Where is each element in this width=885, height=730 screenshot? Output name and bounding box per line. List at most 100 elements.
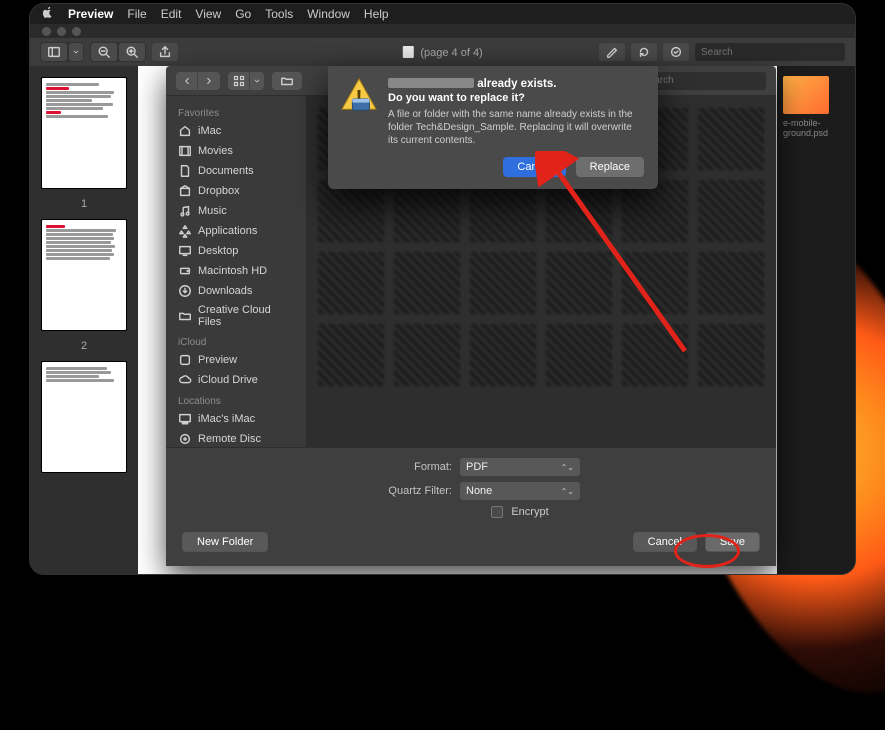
sidebar-toggle-group[interactable]	[40, 42, 84, 62]
hdd-icon	[178, 264, 192, 278]
sidebar-item-music[interactable]: Music	[166, 201, 306, 221]
document-icon	[402, 46, 413, 58]
page-thumbnail[interactable]	[42, 78, 126, 188]
menu-view[interactable]: View	[195, 7, 221, 21]
thumbnail-sidebar[interactable]: 1 2	[30, 66, 138, 574]
zoom-window-icon[interactable]	[72, 27, 81, 36]
sidebar-item-imac[interactable]: iMac	[166, 121, 306, 141]
file-item[interactable]	[546, 324, 612, 386]
cancel-button[interactable]: Cancel	[633, 532, 697, 552]
page-thumbnail[interactable]	[42, 220, 126, 330]
sidebar-item-label: iMac	[198, 125, 221, 137]
redacted-filename	[388, 78, 474, 88]
sidebar-toggle-icon[interactable]	[41, 43, 67, 61]
folder-path-icon[interactable]	[272, 72, 302, 90]
quartz-filter-value: None	[466, 485, 492, 497]
file-item[interactable]	[622, 180, 688, 242]
file-item[interactable]	[394, 324, 460, 386]
sidebar-item-movies[interactable]: Movies	[166, 141, 306, 161]
minimize-window-icon[interactable]	[57, 27, 66, 36]
page-status: (page 4 of 4)	[420, 47, 482, 59]
chevron-updown-icon: ⌃⌄	[561, 487, 574, 496]
view-chevron-icon[interactable]	[250, 72, 264, 90]
app-window: Preview File Edit View Go Tools Window H…	[30, 4, 855, 574]
file-item[interactable]	[622, 252, 688, 314]
sidebar-item-applications[interactable]: Applications	[166, 221, 306, 241]
sidebar-item-icloud-drive[interactable]: iCloud Drive	[166, 370, 306, 390]
file-item[interactable]	[622, 324, 688, 386]
file-item[interactable]	[470, 324, 536, 386]
format-select[interactable]: PDF ⌃⌄	[460, 458, 580, 476]
highlight-icon[interactable]	[599, 43, 625, 61]
computer-icon	[178, 412, 192, 426]
sidebar-heading: Locations	[166, 390, 306, 409]
file-item[interactable]	[698, 180, 764, 242]
home-icon	[178, 124, 192, 138]
box-icon	[178, 184, 192, 198]
nav-back-icon[interactable]	[176, 72, 198, 90]
menubar-app-name[interactable]: Preview	[68, 7, 113, 21]
sidebar-item-macintosh-hd[interactable]: Macintosh HD	[166, 261, 306, 281]
file-item[interactable]	[698, 108, 764, 170]
encrypt-label: Encrypt	[511, 506, 548, 518]
grid-view-icon[interactable]	[228, 72, 250, 90]
save-button[interactable]: Save	[705, 532, 760, 552]
sidebar-menu-chevron-icon[interactable]	[69, 43, 83, 61]
file-item[interactable]	[318, 252, 384, 314]
quartz-filter-select[interactable]: None ⌃⌄	[460, 482, 580, 500]
layer-thumbnail[interactable]	[783, 76, 829, 114]
sidebar-item-creative-cloud-files[interactable]: Creative Cloud Files	[166, 301, 306, 331]
file-item[interactable]	[394, 180, 460, 242]
quartz-filter-label: Quartz Filter:	[362, 485, 452, 497]
sidebar-item-label: Desktop	[198, 245, 238, 257]
file-item[interactable]	[470, 180, 536, 242]
nav-forward-icon[interactable]	[198, 72, 220, 90]
file-item[interactable]	[546, 180, 612, 242]
encrypt-checkbox[interactable]	[491, 506, 503, 518]
file-item[interactable]	[546, 252, 612, 314]
new-folder-button[interactable]: New Folder	[182, 532, 268, 552]
cloudapp-icon	[178, 353, 192, 367]
disc-icon	[178, 432, 192, 446]
sidebar-item-preview[interactable]: Preview	[166, 350, 306, 370]
folder-icon	[178, 309, 192, 323]
menu-go[interactable]: Go	[235, 7, 251, 21]
nav-back-forward[interactable]	[176, 72, 220, 90]
download-icon	[178, 284, 192, 298]
sidebar-item-dropbox[interactable]: Dropbox	[166, 181, 306, 201]
right-info-panel: e-mobile- ground.psd	[777, 66, 855, 574]
sidebar-item-documents[interactable]: Documents	[166, 161, 306, 181]
zoom-out-icon[interactable]	[91, 43, 117, 61]
toolbar-search-input[interactable]	[695, 43, 845, 61]
path-button[interactable]	[272, 72, 302, 90]
menu-help[interactable]: Help	[364, 7, 389, 21]
markup-icon[interactable]	[663, 43, 689, 61]
chevron-updown-icon: ⌃⌄	[561, 463, 574, 472]
sidebar-item-remote-disc[interactable]: Remote Disc	[166, 429, 306, 447]
file-item[interactable]	[318, 324, 384, 386]
sidebar-item-label: Movies	[198, 145, 233, 157]
apple-menu-icon[interactable]	[42, 7, 54, 22]
replace-alert: ! already exists. Do you want to replace…	[328, 66, 658, 189]
share-icon[interactable]	[152, 43, 178, 61]
alert-cancel-button[interactable]: Cancel	[503, 157, 565, 177]
menu-file[interactable]: File	[127, 7, 146, 21]
zoom-in-icon[interactable]	[119, 43, 145, 61]
sidebar-item-downloads[interactable]: Downloads	[166, 281, 306, 301]
file-item[interactable]	[394, 252, 460, 314]
sidebar-item-label: Remote Disc	[198, 433, 261, 445]
sidebar-item-imac-s-imac[interactable]: iMac's iMac	[166, 409, 306, 429]
file-item[interactable]	[698, 324, 764, 386]
alert-replace-button[interactable]: Replace	[576, 157, 644, 177]
file-item[interactable]	[698, 252, 764, 314]
close-window-icon[interactable]	[42, 27, 51, 36]
sidebar-item-desktop[interactable]: Desktop	[166, 241, 306, 261]
page-thumbnail[interactable]	[42, 362, 126, 472]
menu-window[interactable]: Window	[307, 7, 350, 21]
rotate-icon[interactable]	[631, 43, 657, 61]
menu-edit[interactable]: Edit	[161, 7, 182, 21]
view-mode-selector[interactable]	[228, 72, 264, 90]
file-item[interactable]	[318, 180, 384, 242]
file-item[interactable]	[470, 252, 536, 314]
menu-tools[interactable]: Tools	[265, 7, 293, 21]
